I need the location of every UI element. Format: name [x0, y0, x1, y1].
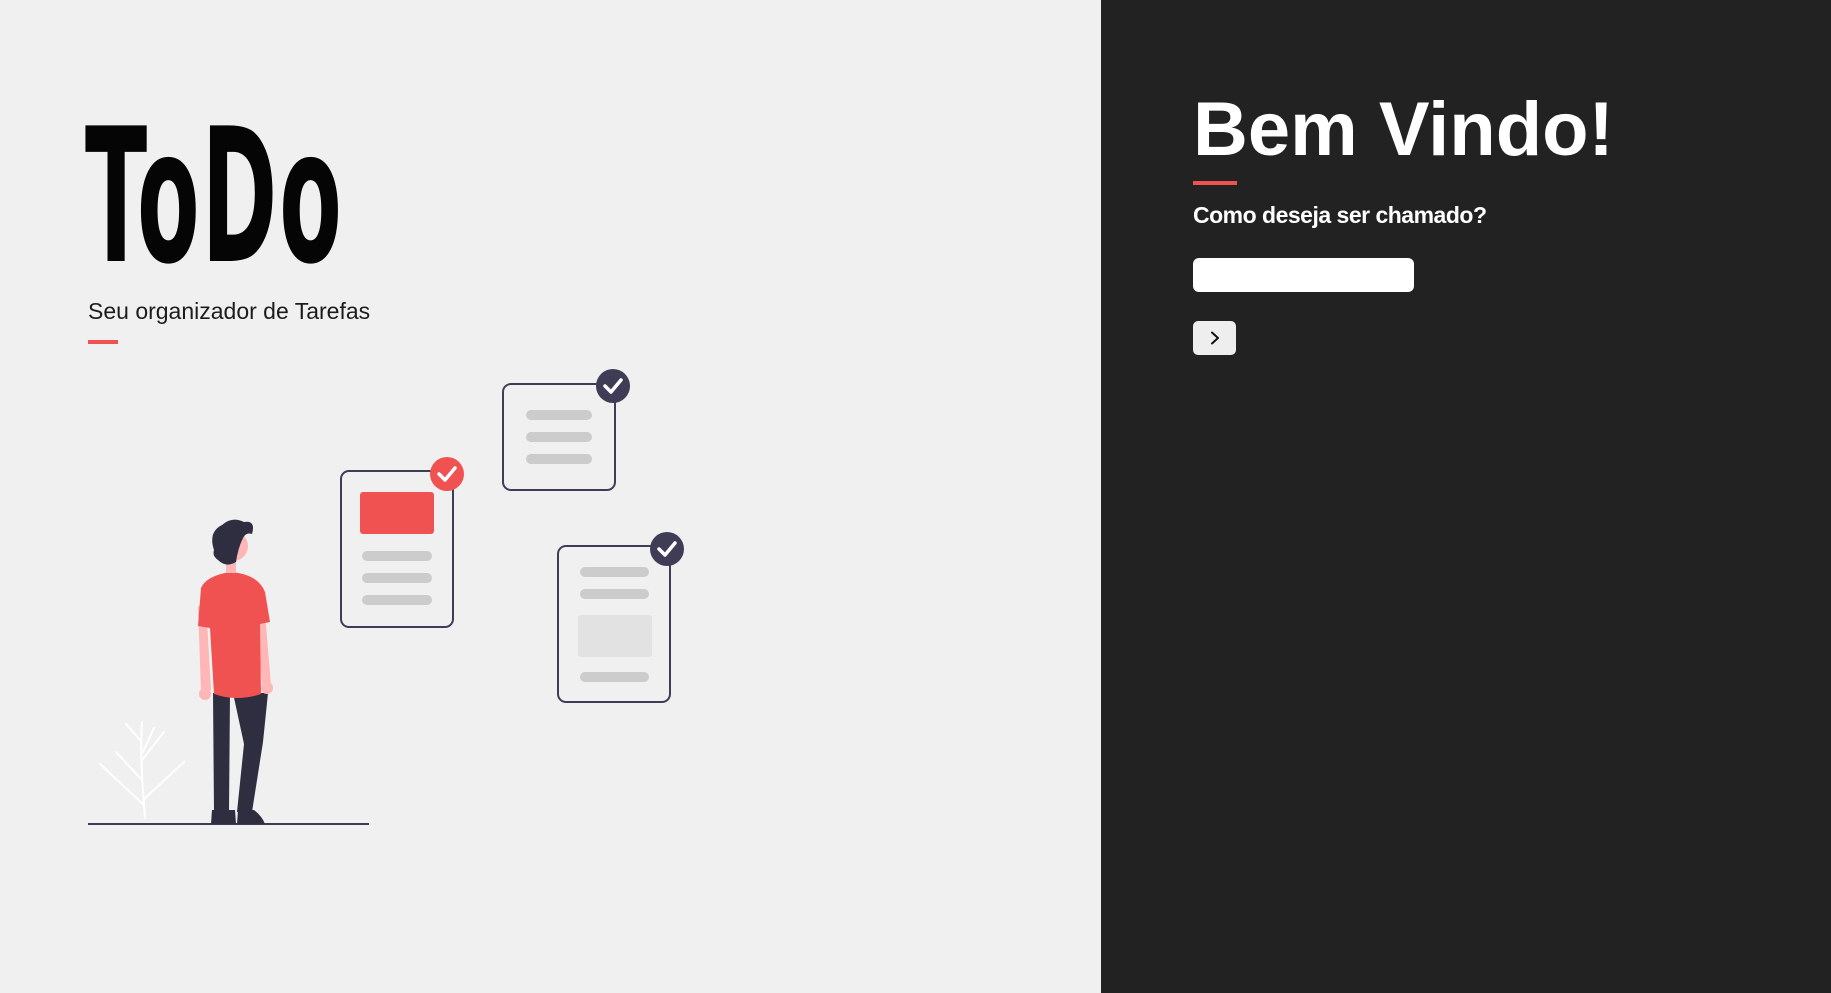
check-badge-red-icon [430, 457, 464, 491]
person-figure [198, 519, 273, 824]
name-question-label: Como deseja ser chamado? [1193, 202, 1487, 228]
task-card-highlighted [340, 470, 454, 628]
app-logo: ToDo [85, 88, 344, 305]
tagline-accent-bar [88, 340, 118, 344]
check-badge-dark-icon [650, 532, 684, 566]
chevron-right-icon [1210, 331, 1219, 345]
check-badge-dark-icon [596, 369, 630, 403]
plant-decoration [99, 721, 185, 819]
name-input[interactable] [1193, 258, 1414, 292]
welcome-accent-bar [1193, 181, 1237, 185]
app-tagline: Seu organizador de Tarefas [88, 298, 371, 324]
task-card-bottom [557, 545, 671, 703]
submit-button[interactable] [1193, 321, 1236, 355]
welcome-heading: Bem Vindo! [1193, 87, 1614, 172]
task-card-top [502, 383, 616, 491]
task-illustration [88, 369, 684, 825]
